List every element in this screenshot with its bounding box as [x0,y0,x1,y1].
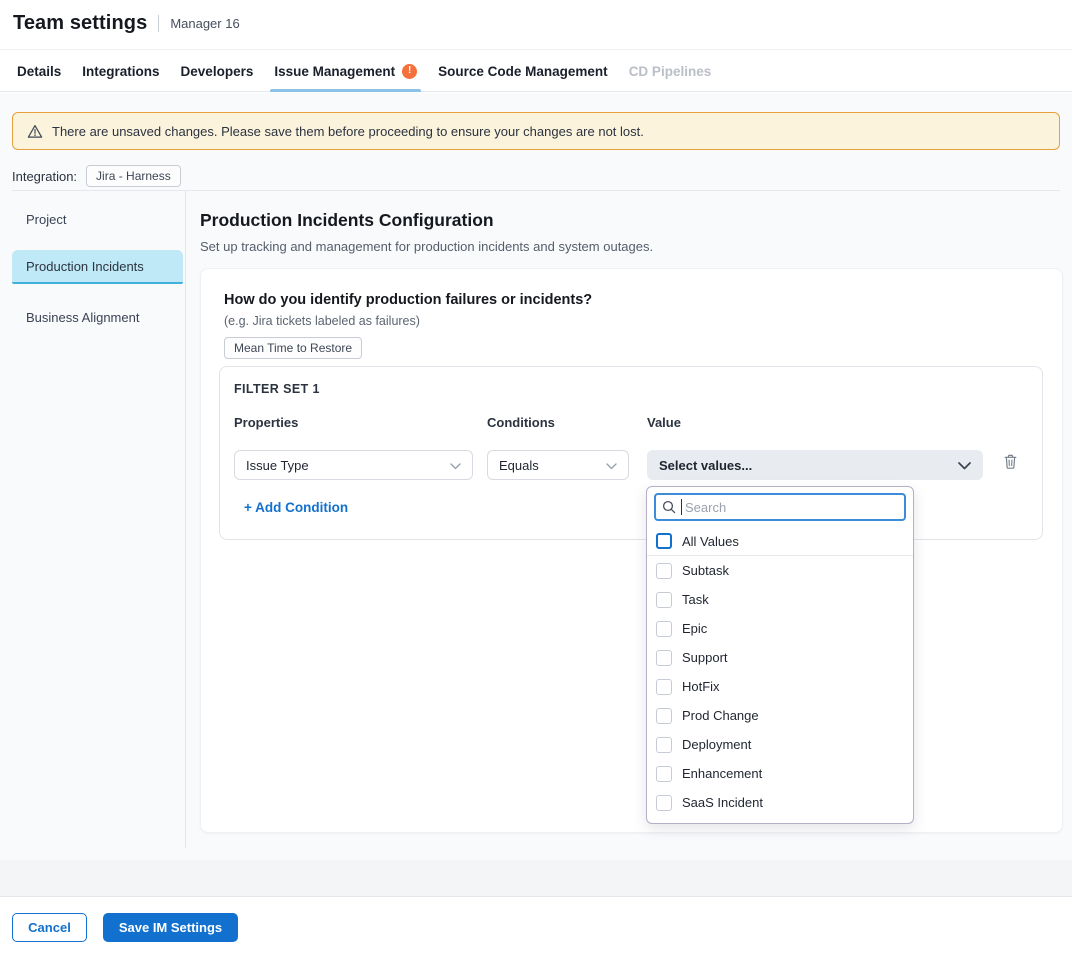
integration-row: Integration: Jira - Harness [12,165,181,187]
tab-issue-management[interactable]: Issue Management ! [274,50,417,92]
cancel-button[interactable]: Cancel [12,913,87,942]
checkbox[interactable] [656,708,672,724]
text-cursor [681,499,682,515]
metric-chip[interactable]: Mean Time to Restore [224,337,362,359]
tab-details[interactable]: Details [17,50,61,92]
warning-triangle-icon [27,124,43,139]
config-question: How do you identify production failures … [224,292,592,308]
section-subtitle: Set up tracking and management for produ… [200,239,653,254]
sidebar-item-project[interactable]: Project [12,204,183,234]
team-settings-page: Team settings Manager 16 Details Integra… [0,0,1072,956]
tab-bar: Details Integrations Developers Issue Ma… [0,50,1072,92]
delete-filter-button[interactable] [1001,455,1019,473]
chevron-down-icon [958,458,971,473]
tab-developers[interactable]: Developers [181,50,254,92]
page-title: Team settings [13,12,147,35]
option-epic[interactable]: Epic [647,614,913,643]
integration-label: Integration: [12,169,77,184]
select-all-option[interactable]: All Values [647,527,913,555]
option-hotfix[interactable]: HotFix [647,672,913,701]
option-deployment[interactable]: Deployment [647,730,913,759]
checkbox[interactable] [656,766,672,782]
checkbox[interactable] [656,737,672,753]
section-title: Production Incidents Configuration [200,210,494,231]
condition-select[interactable]: Equals [487,450,629,480]
properties-column-label: Properties [234,415,298,430]
option-prod-change[interactable]: Prod Change [647,701,913,730]
property-select[interactable]: Issue Type [234,450,473,480]
trash-icon [1003,453,1018,475]
unsaved-changes-badge-icon: ! [402,64,417,79]
checkbox[interactable] [656,679,672,695]
option-support[interactable]: Support [647,643,913,672]
filter-set-title: FILTER SET 1 [234,382,320,396]
config-hint: (e.g. Jira tickets labeled as failures) [224,314,420,328]
unsaved-changes-banner: There are unsaved changes. Please save t… [12,112,1060,150]
integration-chip[interactable]: Jira - Harness [86,165,181,187]
all-values-checkbox[interactable] [656,533,672,549]
chevron-down-icon [606,458,617,473]
chevron-down-icon [450,458,461,473]
tab-source-code-management[interactable]: Source Code Management [438,50,608,92]
option-subtask[interactable]: Subtask [647,556,913,585]
save-im-settings-button[interactable]: Save IM Settings [103,913,238,942]
sidebar-item-business-alignment[interactable]: Business Alignment [12,302,183,332]
checkbox[interactable] [656,563,672,579]
option-task[interactable]: Task [647,585,913,614]
checkbox[interactable] [656,592,672,608]
tab-cd-pipelines: CD Pipelines [629,50,712,92]
value-select[interactable]: Select values... [647,450,983,480]
checkbox[interactable] [656,824,672,825]
checkbox[interactable] [656,795,672,811]
dropdown-search [654,493,906,521]
value-dropdown-panel: All Values Subtask Task Epic Support Hot… [646,486,914,824]
search-icon [662,500,676,519]
title-separator [158,15,159,32]
page-header: Team settings Manager 16 [0,0,1072,50]
team-name-label: Manager 16 [170,16,239,31]
checkbox[interactable] [656,621,672,637]
horizontal-divider [12,190,1060,191]
option-enhancement[interactable]: Enhancement [647,759,913,788]
footer-band [0,860,1072,897]
add-condition-button[interactable]: + Add Condition [244,500,348,515]
tab-integrations[interactable]: Integrations [82,50,159,92]
sidebar-divider [185,191,186,848]
option-saas-incident[interactable]: SaaS Incident [647,788,913,817]
sidebar-item-production-incidents[interactable]: Production Incidents [12,250,183,284]
value-column-label: Value [647,415,681,430]
checkbox[interactable] [656,650,672,666]
unsaved-changes-text: There are unsaved changes. Please save t… [52,124,644,139]
search-input[interactable] [654,493,906,521]
option-customer-notification[interactable]: Customer Notification [647,817,913,824]
conditions-column-label: Conditions [487,415,555,430]
